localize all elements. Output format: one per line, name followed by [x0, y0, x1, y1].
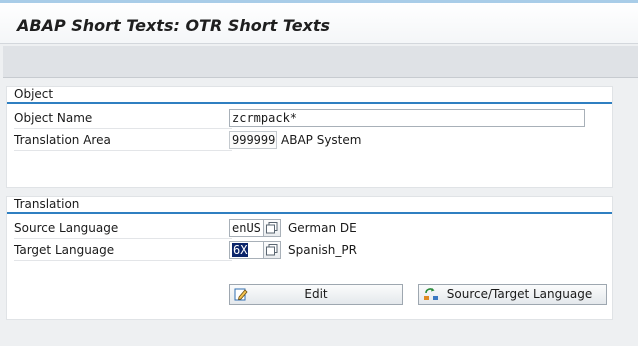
value-help-icon	[266, 244, 278, 256]
translation-panel: Translation Source Language enUS German …	[6, 196, 613, 320]
page-title: ABAP Short Texts: OTR Short Texts	[17, 16, 331, 35]
target-language-description: Spanish_PR	[288, 243, 357, 257]
object-panel-title: Object	[14, 87, 54, 101]
source-language-value-help-button[interactable]	[263, 219, 281, 237]
object-panel: Object Object Name zcrmpack* Translation…	[6, 86, 613, 188]
translation-panel-title: Translation	[14, 197, 80, 211]
target-language-value-help-button[interactable]	[263, 241, 281, 259]
target-language-selected-text: 6X	[232, 243, 249, 257]
source-target-language-button[interactable]: Source/Target Language	[418, 284, 607, 305]
object-panel-header: Object	[7, 87, 612, 104]
title-bar: ABAP Short Texts: OTR Short Texts	[0, 3, 638, 44]
swap-languages-icon	[424, 288, 438, 300]
target-language-input[interactable]: 6X	[229, 241, 264, 259]
object-name-input[interactable]: zcrmpack*	[229, 109, 585, 127]
translation-area-label: Translation Area	[14, 131, 232, 151]
translation-area-description: ABAP System	[281, 133, 362, 147]
edit-pencil-icon	[234, 288, 248, 301]
translation-panel-header: Translation	[7, 197, 612, 214]
source-target-language-button-label: Source/Target Language	[446, 287, 593, 301]
value-help-icon	[266, 222, 278, 234]
object-name-label: Object Name	[14, 109, 232, 129]
source-language-input[interactable]: enUS	[229, 219, 264, 237]
application-toolbar	[3, 46, 638, 78]
target-language-label: Target Language	[14, 241, 232, 261]
translation-area-field[interactable]: 999999	[229, 131, 277, 149]
edit-button-label: Edit	[304, 287, 328, 301]
source-language-description: German DE	[288, 221, 357, 235]
edit-button[interactable]: Edit	[229, 284, 403, 305]
source-language-label: Source Language	[14, 219, 232, 239]
